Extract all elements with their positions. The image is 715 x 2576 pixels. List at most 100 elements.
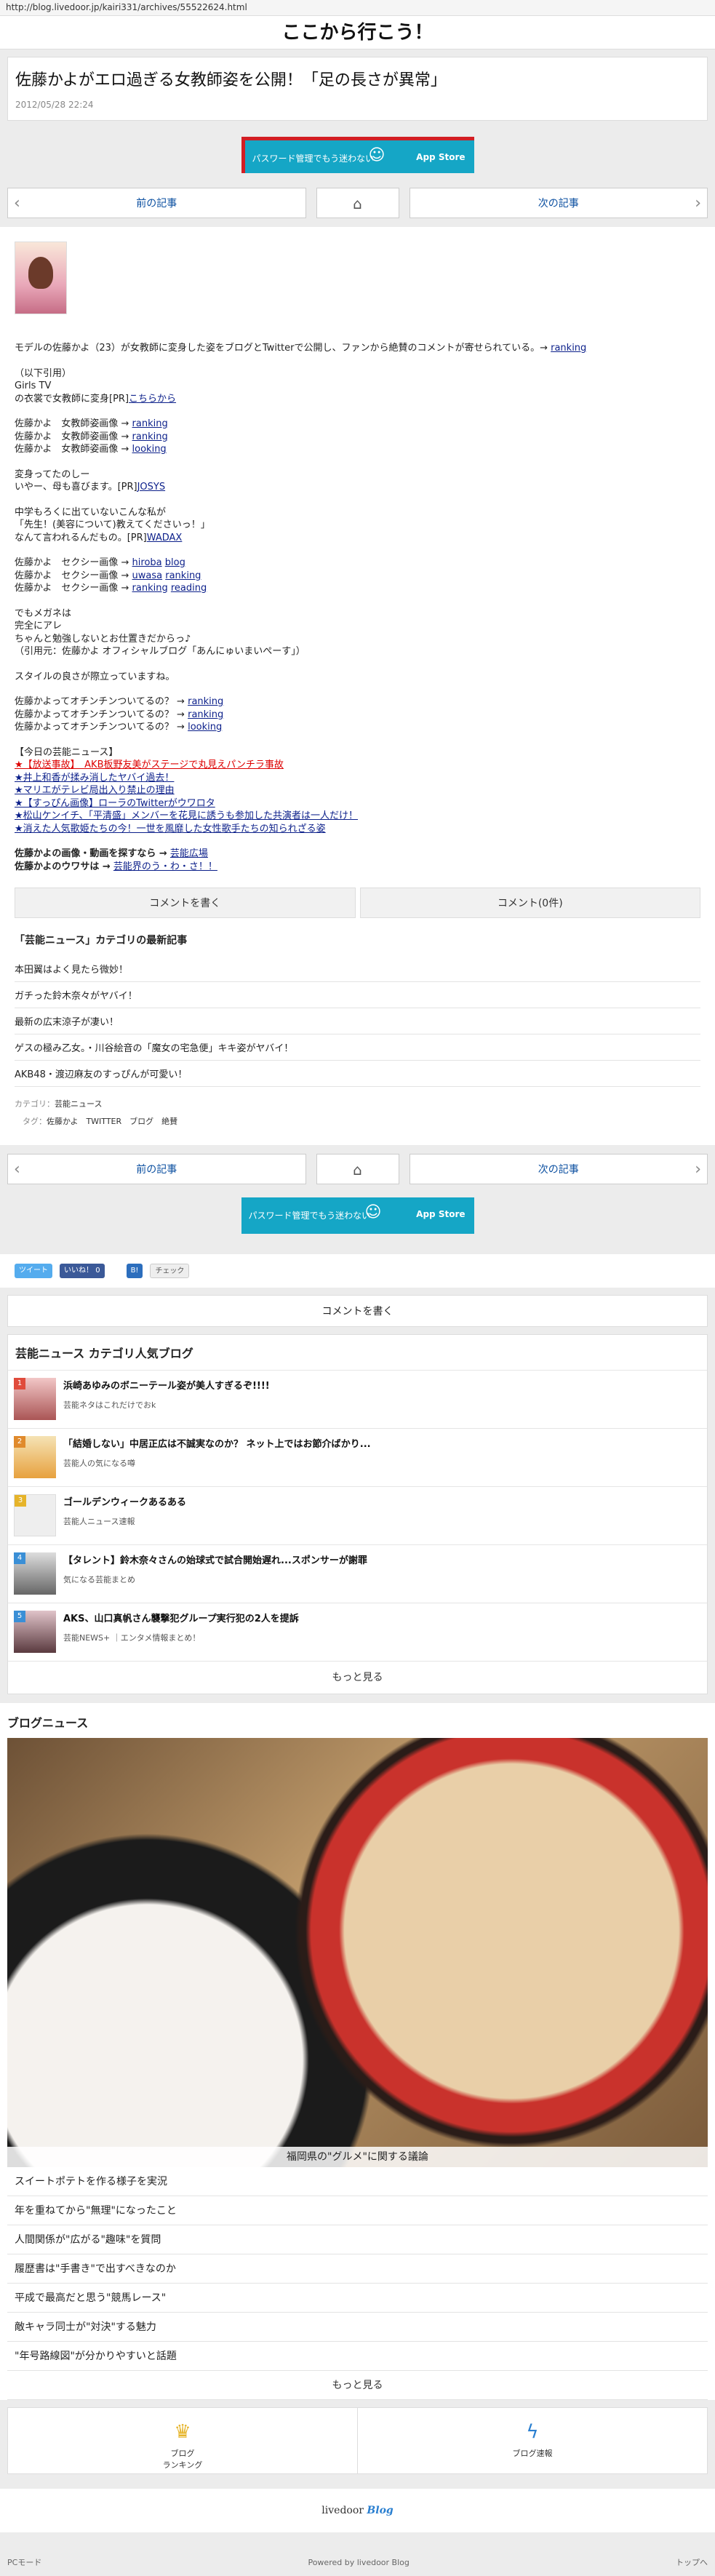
blog-thumbnail: 1 [14,1378,56,1420]
write-comment-button-2[interactable]: コメントを書く [7,1295,708,1327]
home-icon[interactable]: ⌂ [316,1154,399,1184]
next-article-button[interactable]: 次の記事 [409,1154,708,1185]
list-item[interactable]: 履歴書は"手書き"で出すべきなのか [7,2254,708,2284]
ad-banner[interactable]: パスワード管理でもう迷わない ☺ App Store [241,137,474,173]
ad-banner-area: パスワード管理でもう迷わない ☺ App Store [0,1184,715,1245]
tag-link[interactable]: 絶賛 [161,1117,177,1126]
today-news-link[interactable]: ★【放送事故】 AKB板野友美がステージで丸見えパンチラ事故 [15,759,284,770]
write-comment-button[interactable]: コメントを書く [15,888,356,918]
more-info-link[interactable]: 芸能界のう・わ・さ！！ [113,861,217,872]
list-item[interactable]: 2 「結婚しない」中居正広は不誠実なのか？ ネット上ではお節介ばかり... 芸能人… [8,1429,707,1487]
today-news-item[interactable]: ★消えた人気歌姫たちの今！一世を風靡した女性歌手たちの知られざる姿 [15,823,700,836]
app-store-label: App Store [416,152,466,162]
list-item[interactable]: 5 AKS、山口真帆さん襲撃犯グループ実行犯の2人を提訴 芸能NEWS+ ｜エンタ… [8,1603,707,1662]
image-line-text: 佐藤かよ 女教師姿画像 → [15,418,129,429]
pc-mode-link[interactable]: PCモード [7,2550,41,2576]
blog-title[interactable]: 「結婚しない」中居正広は不誠実なのか？ ネット上ではお節介ばかり... [63,1436,371,1450]
list-item[interactable]: 最新の広末涼子が凄い！ [15,1008,700,1034]
image-link[interactable]: ranking [132,431,168,442]
quote-line: でもメガネは [15,607,72,619]
app-store-badge: App Store [416,1209,465,1219]
comment-count-button[interactable]: コメント(0件) [359,888,700,918]
article-thumbnail[interactable] [15,242,67,314]
site-title[interactable]: ここから行こう！ [0,16,715,49]
list-item[interactable]: "年号路線図"が分かりやすいと話題 [7,2342,708,2371]
blog-breaking-link[interactable]: ϟ ブログ速報 [357,2408,707,2473]
blog-title[interactable]: ゴールデンウィークあるある [63,1494,186,1508]
home-icon[interactable]: ⌂ [316,188,399,218]
today-news-link[interactable]: ★松山ケンイチ、「平清盛」メンバーを花見に誘うも参加した共演者は一人だけ！ [15,810,358,821]
list-item[interactable]: 1 浜崎あゆみのボニーテール姿が美人すぎるぞ!!!! 芸能ネタはこれだけでおk [8,1371,707,1429]
today-news-item[interactable]: ★井上和香が揉み消したヤバイ過去！ [15,772,700,785]
list-item[interactable]: ゲスの極み乙女。・川谷絵音の「魔女の宅急便」キキ姿がヤバイ！ [15,1034,700,1061]
blog-news-section: ブログニュース 福岡県の"グルメ"に関する議論 スイートポテトを作る様子を実況 … [0,1703,715,2400]
more-info-line: 佐藤かよの画像・動画を探すなら → 芸能広場 [15,848,700,861]
list-item[interactable]: 本田翼はよく見たら微妙！ [15,956,700,982]
today-news-item[interactable]: ★松山ケンイチ、「平清盛」メンバーを花見に誘うも参加した共演者は一人だけ！ [15,810,700,823]
pr-link-1[interactable]: こちらから [129,394,176,404]
social-share-bar: ツイート いいね！ 0 B! チェック [0,1254,715,1288]
today-news-link[interactable]: ★マリエがテレビ局出入り禁止の理由 [15,785,175,796]
list-item[interactable]: 3 ゴールデンウィークあるある 芸能人ニュース速報 [8,1487,707,1545]
blog-ranking-link[interactable]: ♛ ブログ ランキング [8,2408,357,2473]
list-item[interactable]: 敵キャラ同士が"対決"する魅力 [7,2313,708,2342]
list-item[interactable]: 年を重ねてから"無理"になったこと [7,2196,708,2225]
hero-caption[interactable]: 福岡県の"グルメ"に関する議論 [7,2147,708,2167]
blog-title[interactable]: 浜崎あゆみのボニーテール姿が美人すぎるぞ!!!! [63,1378,270,1392]
today-news-item[interactable]: ★【放送事故】 AKB板野友美がステージで丸見えパンチラ事故 [15,759,700,772]
prev-article-button[interactable]: 前の記事 [7,1154,306,1185]
list-item[interactable]: スイートポテトを作る様子を実況 [7,2167,708,2196]
camera-icon: 3 [14,1494,56,1536]
more-news-button[interactable]: もっと見る [7,2371,708,2400]
tag-link[interactable]: 佐藤かよ [47,1117,78,1126]
today-news-link[interactable]: ★消えた人気歌姫たちの今！一世を風靡した女性歌手たちの知られざる姿 [15,824,326,834]
today-news-link[interactable]: ★井上和香が揉み消したヤバイ過去！ [15,773,174,783]
list-item[interactable]: 平成で最高だと思う"競馬レース" [7,2284,708,2313]
today-news-item[interactable]: ★マリエがテレビ局出入り禁止の理由 [15,784,700,797]
category-link[interactable]: 芸能ニュース [55,1099,102,1109]
like-button[interactable]: いいね！ 0 [60,1264,105,1278]
question-link[interactable]: ranking [188,696,223,707]
image-link[interactable]: ranking [132,418,168,429]
list-item[interactable]: 4 【タレント】鈴木奈々さんの始球式で試合開始遅れ...スポンサーが謝罪 気になる… [8,1545,707,1603]
intro-link[interactable]: ranking [551,343,586,354]
sexy-link[interactable]: ranking [132,583,168,594]
hatena-bookmark-button[interactable]: B! [126,1264,143,1278]
next-article-button[interactable]: 次の記事 [409,188,708,219]
mixi-check-button[interactable]: チェック [150,1264,190,1278]
url-bar[interactable]: http://blog.livedoor.jp/kairi331/archive… [0,0,715,16]
image-line: 佐藤かよ 女教師姿画像 → ranking [15,418,700,431]
list-item[interactable]: 人間関係が"広がる"趣味"を質問 [7,2225,708,2254]
quote-line: 「先生！(美容について)教えてくださいっ！」 [15,519,210,530]
sexy-link[interactable]: hiroba [132,557,162,568]
blog-title[interactable]: AKS、山口真帆さん襲撃犯グループ実行犯の2人を提訴 [63,1611,299,1624]
article-pager-top: 前の記事 ⌂ 次の記事 [0,188,715,219]
livedoor-blog-logo[interactable]: livedoor Blog [0,2489,715,2532]
more-info-link[interactable]: 芸能広場 [170,848,208,859]
ad-banner[interactable]: パスワード管理でもう迷わない ☺ App Store [241,1197,474,1234]
question-link[interactable]: ranking [188,709,223,720]
back-to-top-link[interactable]: トップへ [676,2550,708,2576]
tweet-button[interactable]: ツイート [15,1264,52,1278]
pr-link-3[interactable]: WADAX [147,533,183,543]
more-blogs-button[interactable]: もっと見る [8,1662,707,1694]
today-news-link[interactable]: ★【すっぴん画像】ローラのTwitterがウワロタ [15,798,215,809]
list-item[interactable]: ガチった鈴木奈々がヤバイ！ [15,982,700,1008]
sexy-link[interactable]: ranking [165,570,201,581]
sexy-link[interactable]: uwasa [132,570,163,581]
hero-image[interactable]: 福岡県の"グルメ"に関する議論 [7,1738,708,2167]
blog-news-title: ブログニュース [0,1703,715,1738]
pr-link-2[interactable]: JOSYS [137,482,166,493]
tag-link[interactable]: TWITTER [86,1117,121,1126]
list-item[interactable]: AKB48・渡辺麻友のすっぴんが可愛い！ [15,1061,700,1087]
blog-ranking-label: ランキング [162,2460,203,2470]
tag-link[interactable]: ブログ [129,1117,153,1126]
question-link[interactable]: looking [188,722,222,733]
today-news-item[interactable]: ★【すっぴん画像】ローラのTwitterがウワロタ [15,797,700,810]
blog-title[interactable]: 【タレント】鈴木奈々さんの始球式で試合開始遅れ...スポンサーが謝罪 [63,1552,367,1566]
image-link[interactable]: looking [132,444,167,455]
prev-article-button[interactable]: 前の記事 [7,188,306,219]
sexy-link[interactable]: reading [171,583,207,594]
sexy-link[interactable]: blog [165,557,185,568]
question-line: 佐藤かよってオチンチンついてるの？ → looking [15,721,700,734]
